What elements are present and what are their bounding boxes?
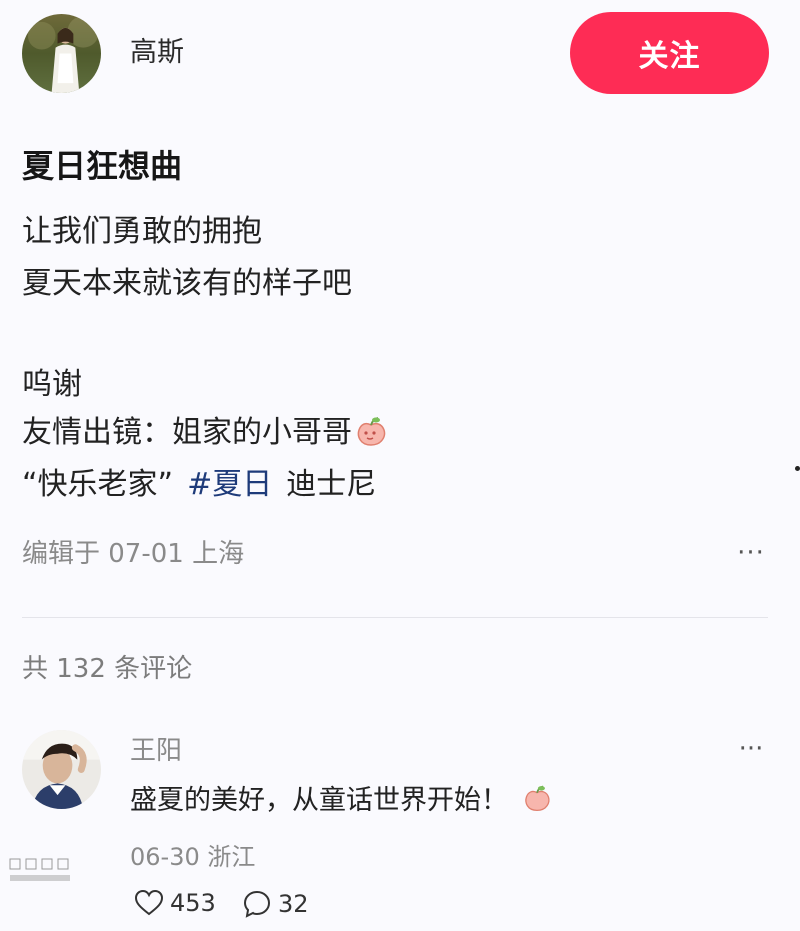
comment-avatar-image [22, 730, 101, 809]
post-text-line: 呜谢 [22, 367, 82, 402]
post-text-line-with-emoji: 友情出镜：姐家的小哥哥 [22, 413, 388, 453]
comment-author-name[interactable]: 王阳 [130, 735, 182, 767]
post-text-line: 夏天本来就该有的样子吧 [22, 266, 352, 301]
follow-button[interactable]: 关注 [570, 12, 769, 94]
post-tag-line: “快乐老家” #夏日 迪士尼 [22, 465, 376, 505]
comment-bubble-icon [243, 890, 271, 918]
like-button[interactable]: 453 [134, 889, 216, 917]
author-name[interactable]: 高斯 [130, 36, 184, 70]
comment-body: 盛夏的美好，从童话世界开始！ [130, 785, 508, 816]
post-detail-page: 高斯 关注 夏日狂想曲 让我们勇敢的拥抱 夏天本来就该有的样子吧 呜谢 友情出镜… [0, 0, 800, 931]
author-avatar[interactable] [22, 14, 101, 93]
site-watermark-logo [8, 857, 74, 887]
comment-count: 共 132 条评论 [22, 654, 193, 684]
post-edit-meta: 编辑于 07-01 上海 [22, 539, 245, 569]
post-text-line: 让我们勇敢的拥抱 [22, 214, 262, 249]
post-text: 友情出镜：姐家的小哥哥 [22, 415, 352, 450]
post-title: 夏日狂想曲 [22, 147, 183, 185]
edge-dot [795, 466, 800, 471]
peach-emoji-icon [522, 783, 552, 813]
comment-author-avatar[interactable] [22, 730, 101, 809]
post-quote-text: “快乐老家” [22, 467, 174, 502]
place-text: 迪士尼 [286, 467, 377, 502]
comment-meta: 06-30 浙江 [130, 843, 256, 871]
comment-text: 盛夏的美好，从童话世界开始！ [130, 783, 552, 819]
comment-more-options-icon[interactable]: ··· [733, 734, 769, 768]
reply-count: 32 [278, 890, 309, 918]
reply-button[interactable]: 32 [242, 889, 309, 919]
like-count: 453 [170, 889, 216, 917]
author-avatar-image [22, 14, 101, 93]
peach-emoji-icon [354, 414, 388, 448]
divider [22, 617, 768, 618]
heart-icon [134, 889, 164, 916]
more-options-icon[interactable]: ··· [733, 538, 769, 572]
hashtag-link[interactable]: #夏日 [187, 467, 272, 502]
